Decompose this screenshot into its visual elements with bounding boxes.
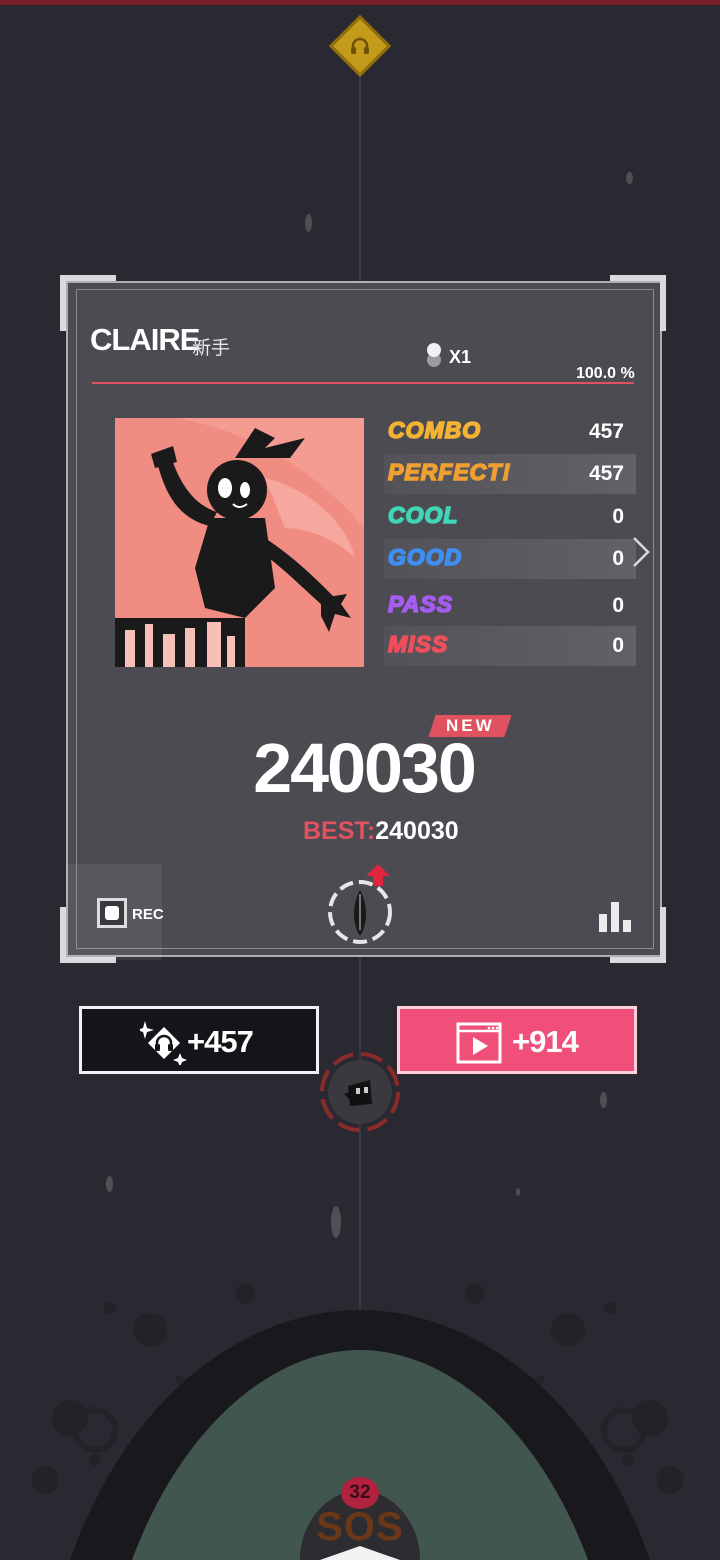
stat-label-combo: COMBO	[387, 416, 482, 444]
notes-reward-button[interactable]: +457	[79, 1006, 319, 1074]
stat-value-miss: 0	[612, 634, 624, 657]
card-corner	[610, 275, 666, 331]
player-name: CLAIRE	[90, 322, 200, 357]
stat-row-pass: PASS 0	[384, 586, 636, 626]
album-cover-silhouette	[115, 418, 364, 667]
stat-value-pass: 0	[612, 594, 624, 617]
stat-value-cool: 0	[612, 505, 624, 528]
best-score: BEST:240030	[303, 817, 459, 846]
petal	[600, 1092, 607, 1108]
sparkle-headphones-icon	[140, 1021, 187, 1065]
headphones-diamond-icon[interactable]	[328, 14, 392, 78]
difficulty-label: SOS	[316, 1505, 404, 1549]
stat-label-miss: MISS	[387, 630, 449, 658]
notes-reward-value: +457	[187, 1024, 254, 1059]
character-badge-icon[interactable]	[326, 864, 396, 946]
stat-row-perfect: PERFECT! 457	[384, 454, 636, 494]
multiplier-icon	[427, 343, 441, 367]
stat-row-miss: MISS 0	[384, 626, 636, 666]
accuracy-value: 100.0 %	[576, 365, 635, 382]
petal	[516, 1188, 520, 1196]
petal	[626, 172, 633, 184]
player-rank: 新手	[192, 338, 231, 359]
stat-value-combo: 457	[588, 420, 624, 443]
elfin-icon[interactable]	[318, 1050, 402, 1134]
score-value: 240030	[253, 729, 477, 807]
best-value: 240030	[375, 817, 459, 845]
chevron-right-icon[interactable]	[628, 534, 654, 570]
ad-reward-value: +914	[512, 1024, 579, 1059]
rec-label: REC	[132, 906, 164, 923]
stat-label-cool: COOL	[387, 501, 459, 529]
record-icon	[97, 898, 127, 928]
petal	[331, 1206, 341, 1238]
multiplier-value: X1	[449, 347, 472, 367]
top-strip	[0, 0, 720, 5]
stat-value-perfect: 457	[588, 462, 624, 485]
stat-label-pass: PASS	[387, 590, 453, 618]
accuracy-bar-fill	[92, 382, 634, 384]
stat-row-cool: COOL 0	[384, 497, 636, 537]
accuracy-bar	[92, 382, 634, 384]
petal	[305, 214, 312, 232]
album-cover	[115, 418, 364, 667]
stat-label-good: GOOD	[387, 543, 463, 571]
stat-label-perfect: PERFECT!	[387, 458, 511, 486]
stat-row-good: GOOD 0	[384, 539, 636, 579]
video-play-icon	[456, 1022, 502, 1064]
watch-ad-button[interactable]: +914	[397, 1006, 637, 1074]
best-label: BEST:	[303, 817, 376, 845]
petal	[106, 1176, 113, 1192]
stat-value-good: 0	[612, 547, 624, 570]
stat-row-combo: COMBO 457	[384, 412, 636, 452]
bar-chart-icon[interactable]	[599, 900, 635, 932]
